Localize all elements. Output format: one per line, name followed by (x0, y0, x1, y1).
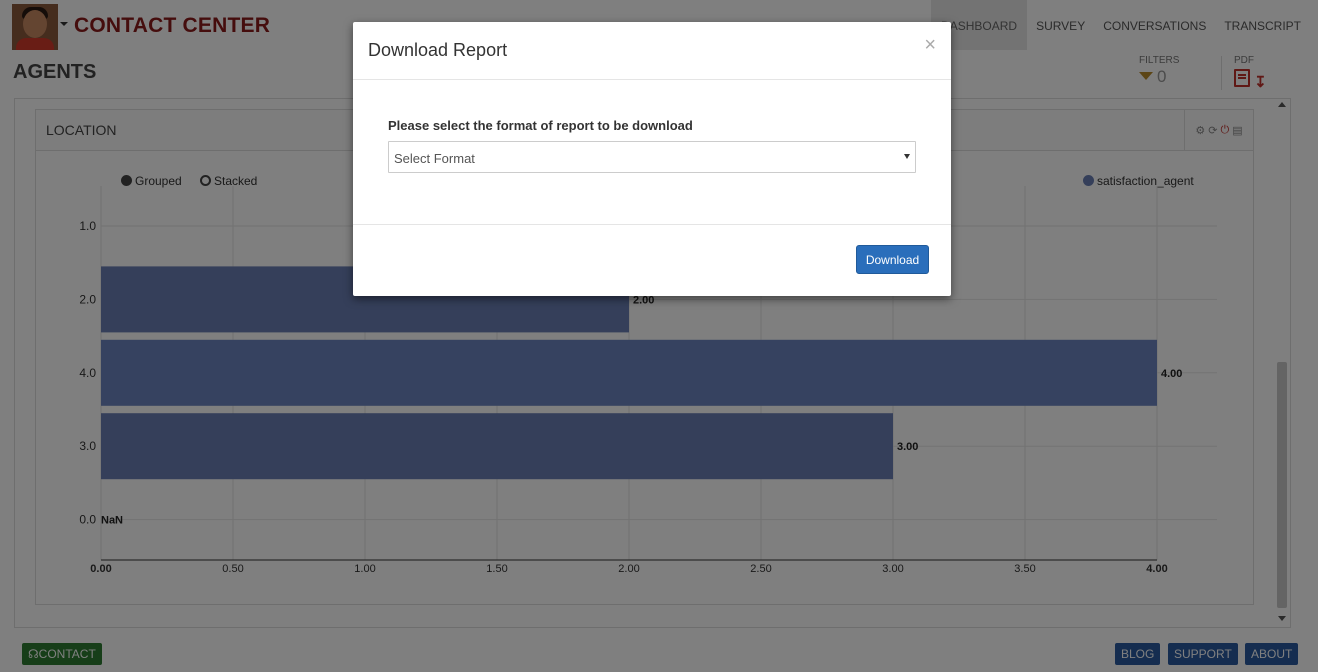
download-button[interactable]: Download (856, 245, 929, 274)
modal-header: Download Report × (353, 22, 951, 80)
modal-title: Download Report (368, 40, 508, 60)
format-select[interactable]: Select Format (388, 141, 916, 173)
download-report-modal: Download Report × Please select the form… (353, 22, 951, 296)
chevron-down-icon (904, 154, 910, 159)
modal-body: Please select the format of report to be… (353, 80, 951, 225)
format-select-value: Select Format (394, 151, 475, 166)
close-icon[interactable]: × (924, 34, 936, 57)
format-label: Please select the format of report to be… (388, 118, 693, 133)
